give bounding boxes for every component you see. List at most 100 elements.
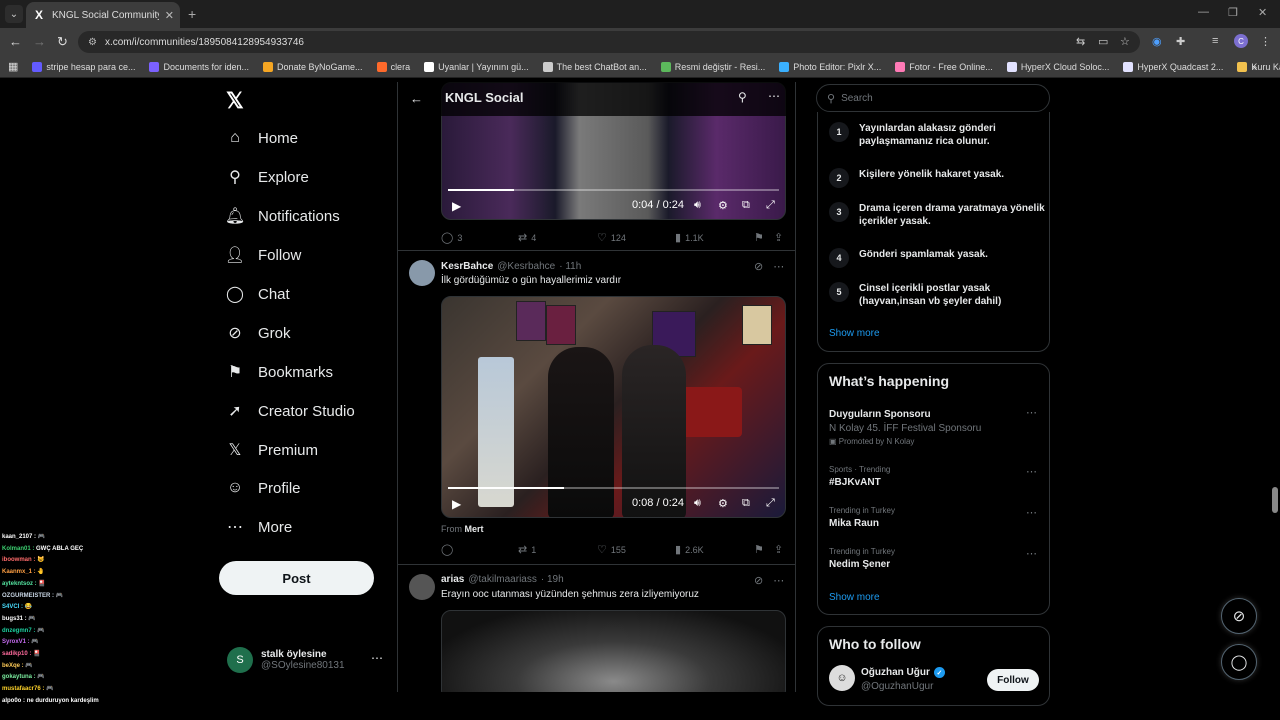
nav-item-creator-studio[interactable]: ➚ Creator Studio [226,397,354,425]
apps-grid-icon[interactable]: ▦ [8,60,18,73]
nav-item-chat[interactable]: ◯ Chat [226,280,290,308]
new-tab-button[interactable]: + [188,6,196,22]
browser-menu-icon[interactable]: ⋮ [1260,35,1271,48]
trend-item[interactable]: Sports · Trending #BJKvANT ⋯ [829,465,1039,488]
account-switcher[interactable]: S stalk öylesine @SOylesine80131 ⋯ [227,645,387,675]
share-button[interactable]: ⇪ [774,543,783,556]
follow-button[interactable]: Follow [987,669,1039,691]
media-control-icon[interactable]: ≡ [1212,35,1218,47]
nav-item-premium[interactable]: 𝕏 Premium [226,436,318,464]
bookmark-button[interactable]: ⚑ [754,543,764,556]
bookmark-star-icon[interactable]: ☆ [1120,35,1130,48]
play-icon[interactable]: ▶ [452,199,461,213]
avatar[interactable]: ☺ [829,665,855,691]
video-progress-bar[interactable] [448,487,779,489]
bookmark-item[interactable]: stripe hesap para ce... [32,61,135,72]
bookmark-item[interactable]: HyperX Quadcast 2... [1123,61,1223,72]
maximize-button[interactable]: ❐ [1228,6,1238,19]
pip-icon[interactable]: ⧉ [742,199,750,212]
avatar[interactable] [409,574,435,600]
avatar[interactable] [409,260,435,286]
settings-gear-icon[interactable]: ⚙ [718,199,728,212]
nav-item-explore[interactable]: ⚲ Explore [226,163,309,191]
volume-icon[interactable]: 🔊︎ [694,199,701,212]
more-dots-icon[interactable]: ⋯ [773,574,784,587]
bookmark-item[interactable]: Uyanlar | Yayınını gü... [424,61,529,72]
nav-item-bookmarks[interactable]: ⚑ Bookmarks [226,358,333,386]
bookmark-item[interactable]: clera [376,61,410,72]
more-dots-icon[interactable]: ⋯ [1026,506,1037,519]
grok-fab-button[interactable]: ⊘ [1221,598,1257,634]
bookmark-item[interactable]: Kuru Kafa Emojis |... [1237,61,1280,72]
more-dots-icon[interactable]: ⋯ [773,260,784,273]
search-input[interactable]: ⚲ Search [816,84,1050,112]
forward-button[interactable]: → [33,34,46,49]
translate-icon[interactable]: ⇆ [1076,35,1085,48]
like-button[interactable]: ♡ 155 [597,543,626,556]
grok-icon[interactable]: ⊘ [754,574,763,587]
views-button[interactable]: ▮ 2.6K [675,543,704,556]
repost-button[interactable]: ⇄ 4 [518,231,536,244]
x-logo-icon[interactable]: 𝕏 [226,88,244,114]
bookmark-item[interactable]: Resmi değiştir - Resi... [660,61,765,72]
bookmark-item[interactable]: Documents for iden... [149,61,249,72]
post-button[interactable]: Post [219,561,374,595]
author-handle[interactable]: @takilmaariass [468,574,537,585]
nav-item-grok[interactable]: ⊘ Grok [226,319,290,347]
like-button[interactable]: ♡ 124 [597,231,626,244]
from-author[interactable]: Mert [465,524,484,534]
show-more-link[interactable]: Show more [829,328,880,339]
nav-item-more[interactable]: ⋯ More [226,513,292,541]
trend-item[interactable]: Duyguların Sponsoru N Kolay 45. İFF Fest… [829,406,1039,446]
video-player[interactable]: ▶ 0:08 / 0:24 🔊︎ ⚙ ⧉ ⤢ [441,296,786,518]
reload-button[interactable]: ↻ [57,34,68,50]
repost-button[interactable]: ⇄ 1 [518,543,536,556]
more-bookmarks-icon[interactable]: » [1252,62,1257,72]
nav-item-profile[interactable]: ☺ Profile [226,474,301,502]
tweet-time[interactable]: · 19h [541,574,564,585]
reply-button[interactable]: ◯ 3 [441,231,462,244]
volume-icon[interactable]: 🔊︎ [694,497,701,510]
messages-fab-button[interactable]: ◯ [1221,644,1257,680]
nav-item-notifications[interactable]: 🔔︎ Notifications [225,202,340,230]
extensions-puzzle-icon[interactable]: ✚ [1176,35,1185,48]
back-button[interactable]: ← [9,34,22,49]
tab-search-menu-button[interactable]: ⌄ [5,5,23,23]
bookmark-item[interactable]: Photo Editor: Pixlr X... [779,61,881,72]
bookmark-item[interactable]: Fotor - Free Online... [895,61,993,72]
scroll-thumb[interactable] [1272,487,1278,513]
more-dots-icon[interactable]: ⋯ [768,89,780,103]
author-name[interactable]: arias [441,574,464,585]
close-window-button[interactable]: ✕ [1258,6,1267,19]
bookmark-button[interactable]: ⚑ [754,231,764,244]
nav-item-follow[interactable]: 👤︎ Follow [225,241,302,269]
more-dots-icon[interactable]: ⋯ [1026,547,1037,560]
fullscreen-icon[interactable]: ⤢ [766,199,775,212]
tweet-time[interactable]: · 11h [559,261,581,272]
install-app-icon[interactable]: ▭ [1098,35,1108,48]
views-button[interactable]: ▮ 1.1K [675,231,704,244]
video-progress-bar[interactable] [448,189,779,191]
browser-tab[interactable]: X KNGL Social Community / X ✕ [26,2,180,28]
extension-icon[interactable]: ◉ [1152,35,1162,48]
nav-item-home[interactable]: ⌂ Home [226,124,298,152]
browser-profile-avatar[interactable]: C [1234,34,1248,48]
bookmark-item[interactable]: The best ChatBot an... [542,61,647,72]
more-dots-icon[interactable]: ⋯ [371,651,383,665]
bookmark-item[interactable]: HyperX Cloud Soloc... [1006,61,1109,72]
minimize-button[interactable]: — [1198,6,1209,18]
suggested-user[interactable]: Oğuzhan Uğur ✓ [861,667,945,678]
play-icon[interactable]: ▶ [452,497,461,511]
search-icon[interactable]: ⚲ [738,90,747,104]
fullscreen-icon[interactable]: ⤢ [766,497,775,510]
pip-icon[interactable]: ⧉ [742,497,750,510]
reply-button[interactable]: ◯ [441,543,457,556]
bookmark-item[interactable]: Donate ByNoGame... [263,61,363,72]
close-tab-icon[interactable]: ✕ [165,9,174,22]
back-arrow-icon[interactable]: ← [410,91,423,106]
page-scrollbar[interactable] [1271,82,1279,692]
site-info-icon[interactable]: ⚙ [88,37,97,48]
grok-icon[interactable]: ⊘ [754,260,763,273]
settings-gear-icon[interactable]: ⚙ [718,497,728,510]
trend-item[interactable]: Trending in Turkey Mika Raun ⋯ [829,506,1039,529]
